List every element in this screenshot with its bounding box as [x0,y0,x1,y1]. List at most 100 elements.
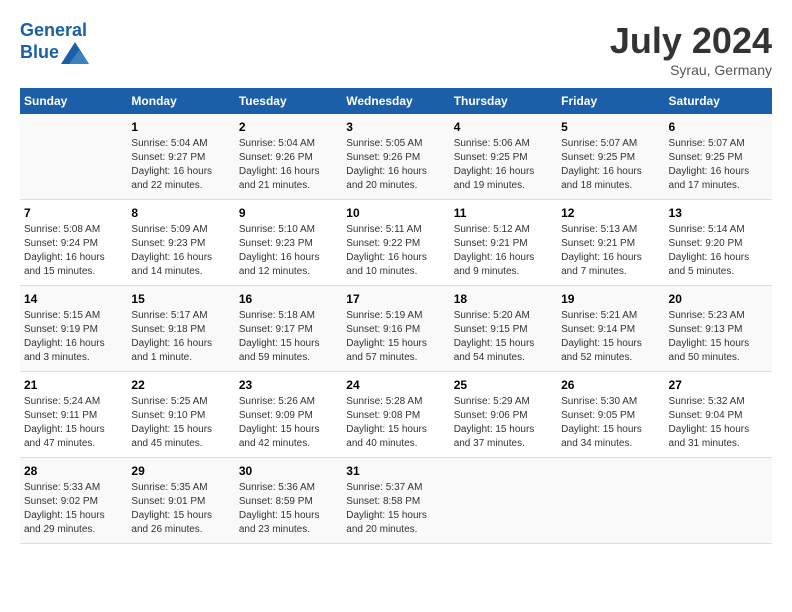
logo: General Blue [20,20,89,64]
day-cell: 19Sunrise: 5:21 AMSunset: 9:14 PMDayligh… [557,286,664,372]
cell-info: Sunrise: 5:11 AMSunset: 9:22 PMDaylight:… [346,223,445,279]
day-cell: 28 Sunrise: 5:33 AMSunset: 9:02 PMDayligh… [20,458,127,544]
day-number: 10 [346,206,445,220]
location: Syrau, Germany [610,62,772,78]
day-number: 21 [24,378,123,392]
day-cell: 8Sunrise: 5:09 AMSunset: 9:23 PMDaylight… [127,200,234,286]
day-cell: 21 Sunrise: 5:24 AMSunset: 9:11 PMDayligh… [20,372,127,458]
cell-info: Sunrise: 5:07 AMSunset: 9:25 PMDaylight:… [669,137,768,193]
day-cell: 10 Sunrise: 5:11 AMSunset: 9:22 PMDayligh… [342,200,449,286]
cell-info: Sunrise: 5:08 AMSunset: 9:24 PMDaylight:… [24,223,123,279]
cell-info: Sunrise: 5:25 AMSunset: 9:10 PMDaylight:… [131,395,230,451]
day-number: 11 [454,206,553,220]
day-number: 28 [24,464,123,478]
cell-info: Sunrise: 5:06 AMSunset: 9:25 PMDaylight:… [454,137,553,193]
title-area: July 2024 Syrau, Germany [610,20,772,78]
day-number: 31 [346,464,445,478]
day-cell [665,458,772,544]
cell-info: Sunrise: 5:36 AMSunset: 8:59 PMDaylight:… [239,481,338,537]
day-cell: 25 Sunrise: 5:29 AMSunset: 9:06 PMDayligh… [450,372,557,458]
day-cell: 24Sunrise: 5:28 AMSunset: 9:08 PMDayligh… [342,372,449,458]
day-number: 2 [239,120,338,134]
cell-info: Sunrise: 5:04 AMSunset: 9:27 PMDaylight:… [131,137,230,193]
day-cell: 6 Sunrise: 5:07 AMSunset: 9:25 PMDaylight… [665,114,772,200]
day-cell: 3 Sunrise: 5:05 AMSunset: 9:26 PMDaylight… [342,114,449,200]
calendar-table: Sunday Monday Tuesday Wednesday Thursday… [20,88,772,544]
day-cell: 29 Sunrise: 5:35 AMSunset: 9:01 PMDayligh… [127,458,234,544]
day-number: 3 [346,120,445,134]
col-thursday: Thursday [450,88,557,114]
week-row-5: 28 Sunrise: 5:33 AMSunset: 9:02 PMDayligh… [20,458,772,544]
cell-info: Sunrise: 5:32 AMSunset: 9:04 PMDaylight:… [669,395,768,451]
day-cell: 15 Sunrise: 5:17 AMSunset: 9:18 PMDayligh… [127,286,234,372]
cell-info: Sunrise: 5:33 AMSunset: 9:02 PMDaylight:… [24,481,123,537]
day-number: 24 [346,378,445,392]
day-number: 15 [131,292,230,306]
day-number: 23 [239,378,338,392]
day-cell: 22 Sunrise: 5:25 AMSunset: 9:10 PMDayligh… [127,372,234,458]
day-cell: 20 Sunrise: 5:23 AMSunset: 9:13 PMDayligh… [665,286,772,372]
day-number: 25 [454,378,553,392]
cell-info: Sunrise: 5:29 AMSunset: 9:06 PMDaylight:… [454,395,553,451]
logo-blue: Blue [20,42,89,64]
day-cell [450,458,557,544]
day-cell: 27 Sunrise: 5:32 AMSunset: 9:04 PMDayligh… [665,372,772,458]
day-cell: 1Sunrise: 5:04 AMSunset: 9:27 PMDaylight… [127,114,234,200]
cell-info: Sunrise: 5:24 AMSunset: 9:11 PMDaylight:… [24,395,123,451]
week-row-4: 21 Sunrise: 5:24 AMSunset: 9:11 PMDayligh… [20,372,772,458]
week-row-1: 1Sunrise: 5:04 AMSunset: 9:27 PMDaylight… [20,114,772,200]
day-number: 20 [669,292,768,306]
day-number: 6 [669,120,768,134]
day-number: 12 [561,206,660,220]
cell-info: Sunrise: 5:23 AMSunset: 9:13 PMDaylight:… [669,309,768,365]
day-cell: 18 Sunrise: 5:20 AMSunset: 9:15 PMDayligh… [450,286,557,372]
cell-info: Sunrise: 5:13 AMSunset: 9:21 PMDaylight:… [561,223,660,279]
col-wednesday: Wednesday [342,88,449,114]
day-number: 29 [131,464,230,478]
day-cell: 31 Sunrise: 5:37 AMSunset: 8:58 PMDayligh… [342,458,449,544]
cell-info: Sunrise: 5:21 AMSunset: 9:14 PMDaylight:… [561,309,660,365]
cell-info: Sunrise: 5:09 AMSunset: 9:23 PMDaylight:… [131,223,230,279]
cell-info: Sunrise: 5:26 AMSunset: 9:09 PMDaylight:… [239,395,338,451]
cell-info: Sunrise: 5:37 AMSunset: 8:58 PMDaylight:… [346,481,445,537]
cell-info: Sunrise: 5:15 AMSunset: 9:19 PMDaylight:… [24,309,123,365]
day-cell: 7Sunrise: 5:08 AMSunset: 9:24 PMDaylight… [20,200,127,286]
header-row: Sunday Monday Tuesday Wednesday Thursday… [20,88,772,114]
month-title: July 2024 [610,20,772,62]
col-friday: Friday [557,88,664,114]
cell-info: Sunrise: 5:20 AMSunset: 9:15 PMDaylight:… [454,309,553,365]
day-number: 14 [24,292,123,306]
week-row-2: 7Sunrise: 5:08 AMSunset: 9:24 PMDaylight… [20,200,772,286]
day-number: 22 [131,378,230,392]
cell-info: Sunrise: 5:12 AMSunset: 9:21 PMDaylight:… [454,223,553,279]
cell-info: Sunrise: 5:14 AMSunset: 9:20 PMDaylight:… [669,223,768,279]
cell-info: Sunrise: 5:35 AMSunset: 9:01 PMDaylight:… [131,481,230,537]
cell-info: Sunrise: 5:04 AMSunset: 9:26 PMDaylight:… [239,137,338,193]
col-monday: Monday [127,88,234,114]
day-number: 18 [454,292,553,306]
day-number: 17 [346,292,445,306]
cell-info: Sunrise: 5:30 AMSunset: 9:05 PMDaylight:… [561,395,660,451]
day-number: 13 [669,206,768,220]
day-cell: 17 Sunrise: 5:19 AMSunset: 9:16 PMDayligh… [342,286,449,372]
cell-info: Sunrise: 5:10 AMSunset: 9:23 PMDaylight:… [239,223,338,279]
cell-info: Sunrise: 5:05 AMSunset: 9:26 PMDaylight:… [346,137,445,193]
col-saturday: Saturday [665,88,772,114]
day-number: 27 [669,378,768,392]
day-number: 5 [561,120,660,134]
day-cell: 11 Sunrise: 5:12 AMSunset: 9:21 PMDayligh… [450,200,557,286]
cell-info: Sunrise: 5:19 AMSunset: 9:16 PMDaylight:… [346,309,445,365]
day-cell: 13 Sunrise: 5:14 AMSunset: 9:20 PMDayligh… [665,200,772,286]
day-cell: 4Sunrise: 5:06 AMSunset: 9:25 PMDaylight… [450,114,557,200]
day-cell: 2 Sunrise: 5:04 AMSunset: 9:26 PMDaylight… [235,114,342,200]
cell-info: Sunrise: 5:18 AMSunset: 9:17 PMDaylight:… [239,309,338,365]
col-tuesday: Tuesday [235,88,342,114]
cell-info: Sunrise: 5:17 AMSunset: 9:18 PMDaylight:… [131,309,230,365]
day-cell [20,114,127,200]
day-number: 30 [239,464,338,478]
day-cell: 9 Sunrise: 5:10 AMSunset: 9:23 PMDaylight… [235,200,342,286]
day-number: 9 [239,206,338,220]
day-cell: 23 Sunrise: 5:26 AMSunset: 9:09 PMDayligh… [235,372,342,458]
day-number: 26 [561,378,660,392]
day-cell: 26 Sunrise: 5:30 AMSunset: 9:05 PMDayligh… [557,372,664,458]
